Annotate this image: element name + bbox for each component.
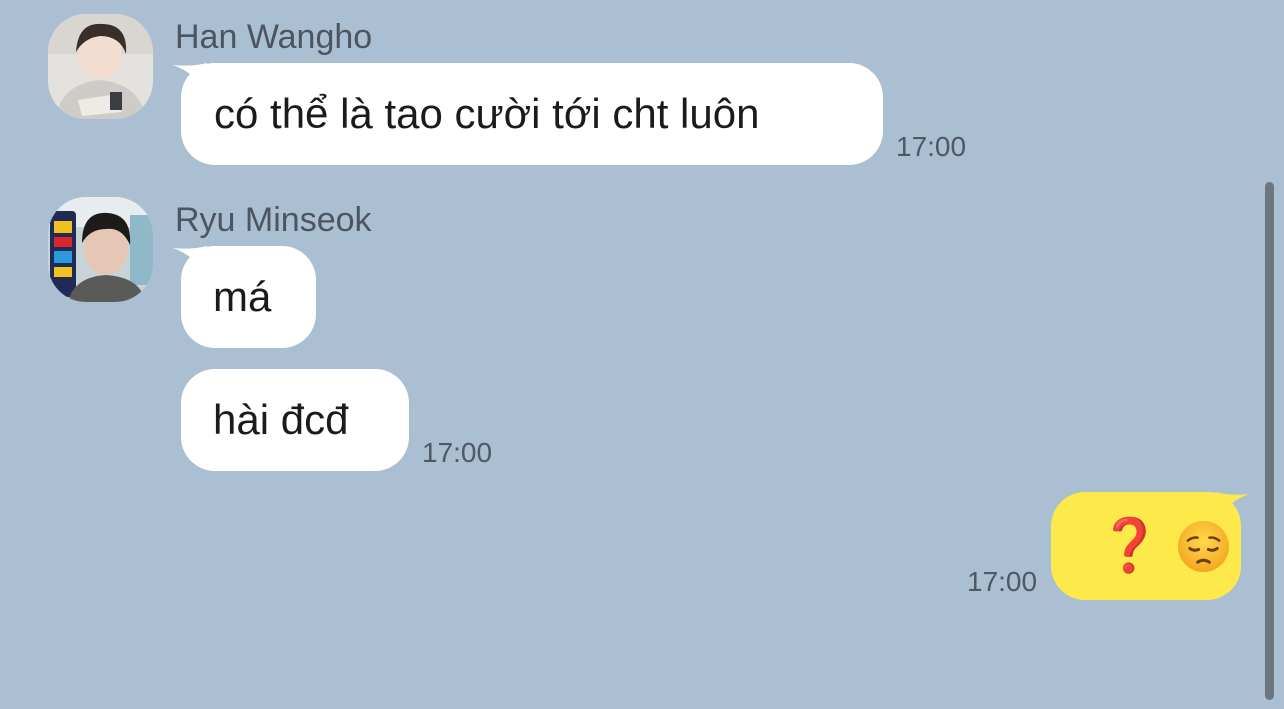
bubble-tail: [1215, 492, 1249, 522]
bubble-tail: [173, 63, 207, 93]
message-text: có thể là tao cười tới cht luôn: [214, 90, 760, 137]
message-timestamp: 17:00: [422, 437, 493, 468]
message-text: hài đcđ: [213, 396, 349, 443]
my-message-bubble[interactable]: ❓: [1051, 492, 1249, 600]
ryu-minseok-avatar[interactable]: [48, 197, 153, 302]
pensive-face-emoji: [1177, 520, 1229, 572]
chat-window: Han Wangho có thể là tao cười tới cht lu…: [0, 0, 1284, 709]
scrollbar[interactable]: [1265, 182, 1274, 700]
question-mark-emoji: ❓: [1097, 516, 1162, 576]
message-timestamp: 17:00: [967, 566, 1038, 597]
message-bubble[interactable]: có thể là tao cười tới cht luôn: [173, 63, 883, 165]
message-bubble[interactable]: hài đcđ: [181, 369, 409, 471]
bubble-tail: [173, 246, 207, 276]
sender-name: Han Wangho: [175, 18, 373, 56]
han-wangho-avatar[interactable]: [48, 14, 153, 119]
message-text: má: [213, 273, 272, 320]
message-bubble[interactable]: má: [173, 246, 316, 348]
sender-name: Ryu Minseok: [175, 201, 372, 239]
message-timestamp: 17:00: [896, 131, 967, 162]
